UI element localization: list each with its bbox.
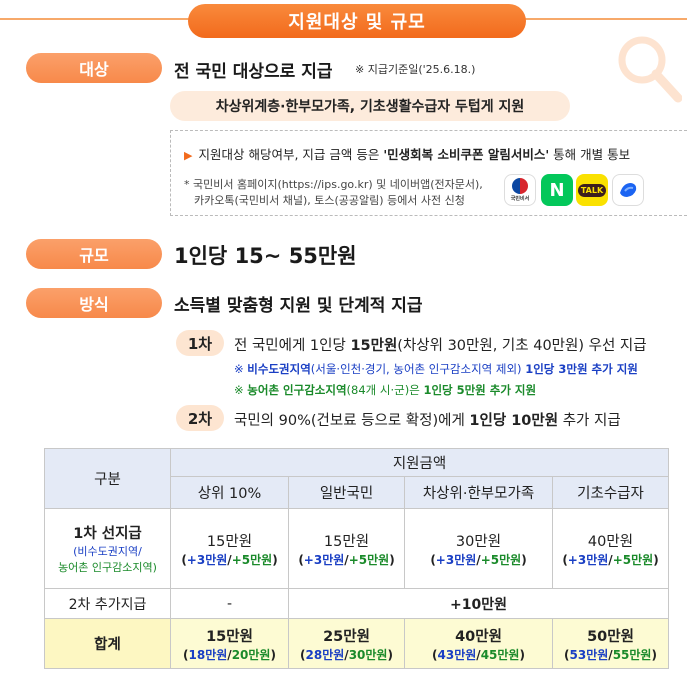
row-head: 1차 선지급 (비수도권지역/ 농어촌 인구감소지역) [44,508,171,589]
scale-text: 1인당 15~ 55만원 [174,244,357,268]
target-note: ※ 지급기준일('25.6.18.) [355,63,476,76]
green-note: ※ 농어촌 인구감소지역(84개 시·군)은 1인당 5만원 추가 지원 [234,383,537,397]
target-sub-pill: 차상위계층·한부모가족, 기초생활수급자 두텁게 지원 [170,91,570,121]
gov-icon: 국민비서 [504,174,536,206]
table-cell: +10만원 [288,588,669,619]
notice-service-name: '민생회복 소비쿠폰 알림서비스' [383,147,550,162]
table-cell: - [170,588,289,619]
notice-post: 통해 개별 통보 [549,147,631,162]
page-title: 지원대상 및 규모 [188,4,526,38]
step2-badge: 2차 [176,405,224,431]
target-text: 전 국민 대상으로 지급 [174,62,333,82]
notice-detail-1: * 국민비서 홈페이지(https://ips.go.kr) 및 네이버앱(전자… [184,178,483,191]
table-header-col: 기초수급자 [552,476,669,509]
notice-line: ▶ 지원대상 해당여부, 지급 금액 등은 '민생회복 소비쿠폰 알림서비스' 통… [184,144,630,163]
step1-text: 전 국민에게 1인당 15만원(차상위 30만원, 기초 40만원) 우선 지급 [234,338,647,354]
target-label: 대상 [26,53,162,83]
kakaotalk-icon: TALK [576,174,608,206]
blue-note: ※ 비수도권지역(서울·인천·경기, 농어촌 인구감소지역 제외) 1인당 3만… [234,362,638,376]
table-cell: 30만원 (+3만원/+5만원) [404,508,553,589]
scale-label: 규모 [26,239,162,269]
table-cell: 40만원 (43만원/45만원) [404,618,553,669]
table-cell: 15만원 (+3만원/+5만원) [170,508,289,589]
table-header-col: 일반국민 [288,476,405,509]
table-row: 2차 추가지급 - +10만원 [44,588,669,619]
table-header-group: 지원금액 [170,448,669,477]
step1-badge: 1차 [176,330,224,356]
triangle-bullet-icon: ▶ [184,149,193,162]
table-cell: 40만원 (+3만원/+5만원) [552,508,669,589]
table-row-total: 합계 15만원 (18만원/20만원) 25만원 (28만원/30만원) 40만원(… [44,618,669,669]
table-cell: 15만원 (+3만원/+5만원) [288,508,405,589]
table-cell: 15만원 (18만원/20만원) [170,618,289,669]
table-cell: 25만원 (28만원/30만원) [288,618,405,669]
method-text: 소득별 맞춤형 지원 및 단계적 지급 [174,296,423,316]
table-header-col: 차상위·한부모가족 [404,476,553,509]
table-header-col: 상위 10% [170,476,289,509]
support-table: 구분 지원금액 상위 10% 일반국민 차상위·한부모가족 기초수급자 1차 선… [44,448,669,669]
row-head: 합계 [44,618,171,669]
table-cell: 50만원 (53만원/55만원) [552,618,669,669]
naver-icon: N [541,174,573,206]
method-label: 방식 [26,288,162,318]
toss-icon [612,174,644,206]
magnifier-icon [618,36,682,103]
step2-text: 국민의 90%(건보료 등으로 확정)에게 1인당 10만원 추가 지급 [234,413,621,429]
table-row: 1차 선지급 (비수도권지역/ 농어촌 인구감소지역) 15만원 (+3만원/+5… [44,508,669,589]
gov-icon-caption: 국민비서 [510,196,530,202]
row-head: 2차 추가지급 [44,588,171,619]
notice-detail-2: 카카오톡(국민비서 채널), 토스(공공알림) 등에서 사전 신청 [194,194,465,207]
notice-pre: 지원대상 해당여부, 지급 금액 등은 [198,147,384,162]
table-header-category: 구분 [44,448,171,509]
